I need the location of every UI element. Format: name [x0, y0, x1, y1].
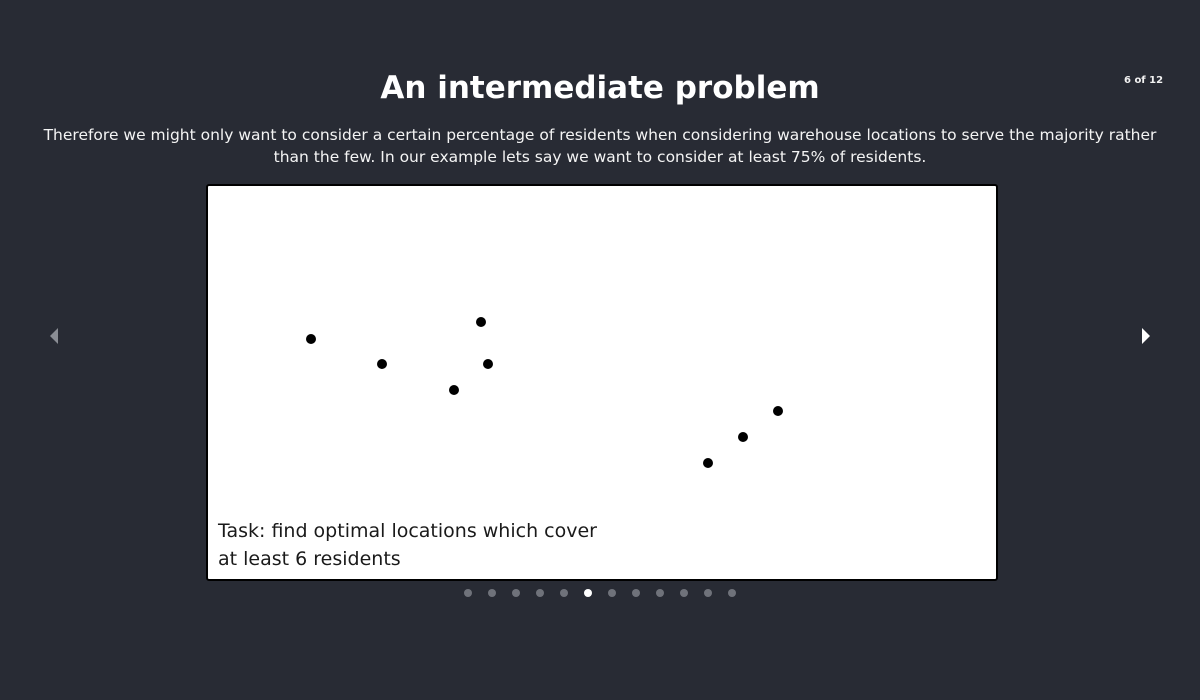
prev-slide-button[interactable]	[44, 326, 64, 346]
pagination-dot[interactable]	[632, 589, 640, 597]
pagination-dot[interactable]	[512, 589, 520, 597]
resident-point	[738, 432, 748, 442]
slide-description: Therefore we might only want to consider…	[43, 126, 1157, 166]
pagination-dot[interactable]	[560, 589, 568, 597]
pagination-dot[interactable]	[488, 589, 496, 597]
slide-figure: Task: find optimal locations which cover…	[206, 184, 998, 581]
pagination-dot[interactable]	[608, 589, 616, 597]
resident-point	[377, 359, 387, 369]
pagination-dot[interactable]	[728, 589, 736, 597]
pagination-dot[interactable]	[584, 589, 592, 597]
pagination-dot[interactable]	[536, 589, 544, 597]
task-line: at least 6 residents	[218, 548, 401, 570]
pagination-dot[interactable]	[680, 589, 688, 597]
pagination-dot[interactable]	[704, 589, 712, 597]
resident-point	[306, 334, 316, 344]
slide: 6 of 12 An intermediate problem Therefor…	[0, 0, 1200, 700]
chevron-right-icon	[1142, 328, 1150, 344]
pagination-dot[interactable]	[656, 589, 664, 597]
next-slide-button[interactable]	[1136, 326, 1156, 346]
task-text: Task: find optimal locations which cover…	[218, 517, 597, 573]
chevron-left-icon	[50, 328, 58, 344]
resident-point	[483, 359, 493, 369]
resident-point	[773, 406, 783, 416]
slide-title: An intermediate problem	[380, 70, 820, 106]
resident-point	[476, 317, 486, 327]
slide-pagination	[464, 589, 736, 599]
task-line: Task: find optimal locations which cover	[218, 520, 597, 542]
resident-point	[449, 385, 459, 395]
pagination-dot[interactable]	[464, 589, 472, 597]
resident-point	[703, 458, 713, 468]
